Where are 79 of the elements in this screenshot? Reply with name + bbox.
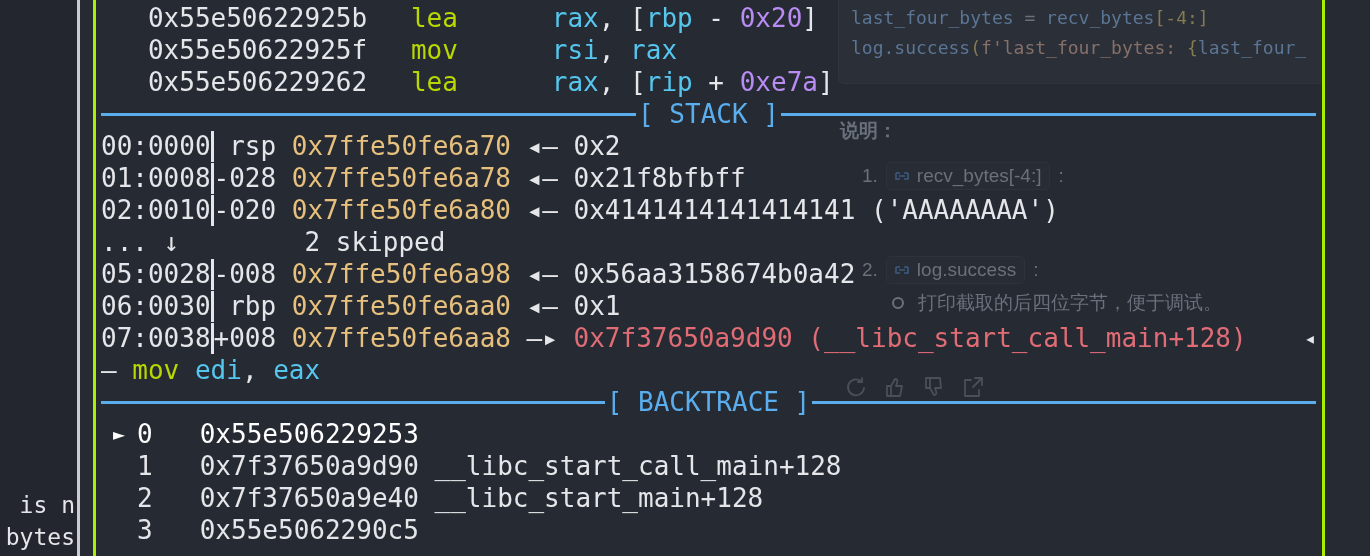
mnemonic: mov — [410, 34, 459, 66]
list-number: 1. — [862, 165, 878, 187]
pointer-arrow: ◂— — [526, 162, 558, 194]
frame-address: 0x55e5062290c5 — [199, 514, 420, 546]
stack-offset: -028 — [213, 162, 277, 194]
stack-value: 0x2 — [573, 130, 621, 162]
stack-address: 0x7ffe50fe6a70 — [291, 130, 511, 162]
mnemonic: mov — [132, 354, 180, 386]
operands: rax, [rbp - 0x20] — [551, 2, 818, 34]
share-icon[interactable] — [962, 376, 984, 398]
refresh-icon[interactable] — [845, 376, 867, 398]
bullet-icon — [892, 297, 904, 309]
skip-label: 2 skipped — [304, 226, 446, 258]
frame-address: 0x55e506229253 — [199, 418, 420, 450]
stack-index: 05:0028 — [101, 258, 214, 290]
stack-address: 0x7ffe50fe6a80 — [291, 194, 511, 226]
pointer-arrow: ◂ — [1303, 325, 1316, 352]
stack-offset: +008 — [213, 322, 277, 354]
stack-index: 06:0030 — [101, 290, 214, 322]
skip-marker: ... ↓ — [101, 226, 181, 258]
operands: rax, [rip + 0xe7a] — [551, 66, 834, 98]
operands: rsi, rax — [551, 34, 678, 66]
stack-value: 0x56aa3158674b0a42 — [573, 258, 856, 290]
stack-address: 0x7ffe50fe6aa8 — [291, 322, 511, 354]
code-line: log.success(f'last_four_bytes: {last_four_ — [851, 36, 1308, 60]
frame-index: 1 — [137, 450, 154, 482]
stack-value: 0x7f37650a9d90 (__libc_start_call_main+128) — [573, 322, 1247, 354]
operands: edi, eax — [194, 354, 321, 386]
stack-address: 0x7ffe50fe6a98 — [291, 258, 511, 290]
backtrace-frame[interactable]: 3 0x55e5062290c5 — [101, 514, 1316, 546]
stack-value: 0x4141414141414141 ('AAAAAAAA') — [573, 194, 1059, 226]
stack-index: 07:0038 — [101, 322, 214, 354]
stack-value: 0x1 — [573, 290, 621, 322]
frame-index: 3 — [137, 514, 154, 546]
stack-index: 02:0010 — [101, 194, 214, 226]
stack-address: 0x7ffe50fe6a78 — [291, 162, 511, 194]
stack-offset: -008 — [213, 258, 277, 290]
instruction-address: 0x55e50622925b — [147, 2, 369, 34]
frame-index: 0 — [137, 418, 154, 450]
frame-index: 2 — [137, 482, 154, 514]
instruction-address: 0x55e506229262 — [147, 66, 369, 98]
list-number: 2. — [862, 259, 878, 281]
instruction-address: 0x55e50622925f — [147, 34, 369, 66]
bullet-text: 打印截取的后四位字节，便于调试。 — [918, 291, 1222, 315]
frame-address: 0x7f37650a9e40 — [199, 482, 420, 514]
stack-index: 01:0008 — [101, 162, 214, 194]
backtrace-frame[interactable]: 1 0x7f37650a9d90 __libc_start_call_main+128 — [101, 450, 1316, 482]
stack-address: 0x7ffe50fe6aa0 — [291, 290, 511, 322]
terminal-text: is n — [19, 491, 76, 520]
list-colon: : — [1033, 259, 1039, 281]
section-title: [ STACK ] — [637, 98, 780, 130]
frame-function: __libc_start_call_main+128 — [434, 450, 842, 482]
link-icon[interactable] — [894, 170, 909, 182]
pointer-arrow: — — [101, 354, 117, 386]
stack-offset: -020 — [213, 194, 277, 226]
section-title: [ BACKTRACE ] — [605, 386, 812, 418]
backtrace-frame[interactable]: ► 0 0x55e506229253 — [101, 418, 1316, 450]
section-heading: 说明： — [840, 119, 898, 143]
thumbs-down-icon[interactable] — [923, 376, 945, 398]
stack-value: 0x21f8bfbff — [573, 162, 746, 194]
stack-offset: rbp — [228, 290, 277, 322]
pointer-arrow: ◂— — [526, 194, 558, 226]
pointer-arrow: ◂— — [526, 258, 558, 290]
mnemonic: lea — [410, 66, 459, 98]
thumbs-up-icon[interactable] — [884, 376, 906, 398]
stack-index: 00:0000 — [101, 130, 214, 162]
stack-offset: rsp — [228, 130, 277, 162]
link-icon[interactable] — [894, 264, 909, 276]
list-colon: : — [1058, 165, 1064, 187]
selected-frame-icon: ► — [113, 418, 138, 450]
code-line: last_four_bytes = recv_bytes[-4:] — [851, 6, 1210, 30]
pointer-arrow: —▸ — [526, 322, 558, 354]
pointer-arrow: ◂— — [526, 290, 558, 322]
terminal-text: bytes — [5, 523, 76, 552]
frame-function: __libc_start_main+128 — [434, 482, 764, 514]
pointer-arrow: ◂— — [526, 130, 558, 162]
backtrace-frame[interactable]: 2 0x7f37650a9e40 __libc_start_main+128 — [101, 482, 1316, 514]
frame-address: 0x7f37650a9d90 — [199, 450, 420, 482]
mnemonic: lea — [410, 2, 459, 34]
